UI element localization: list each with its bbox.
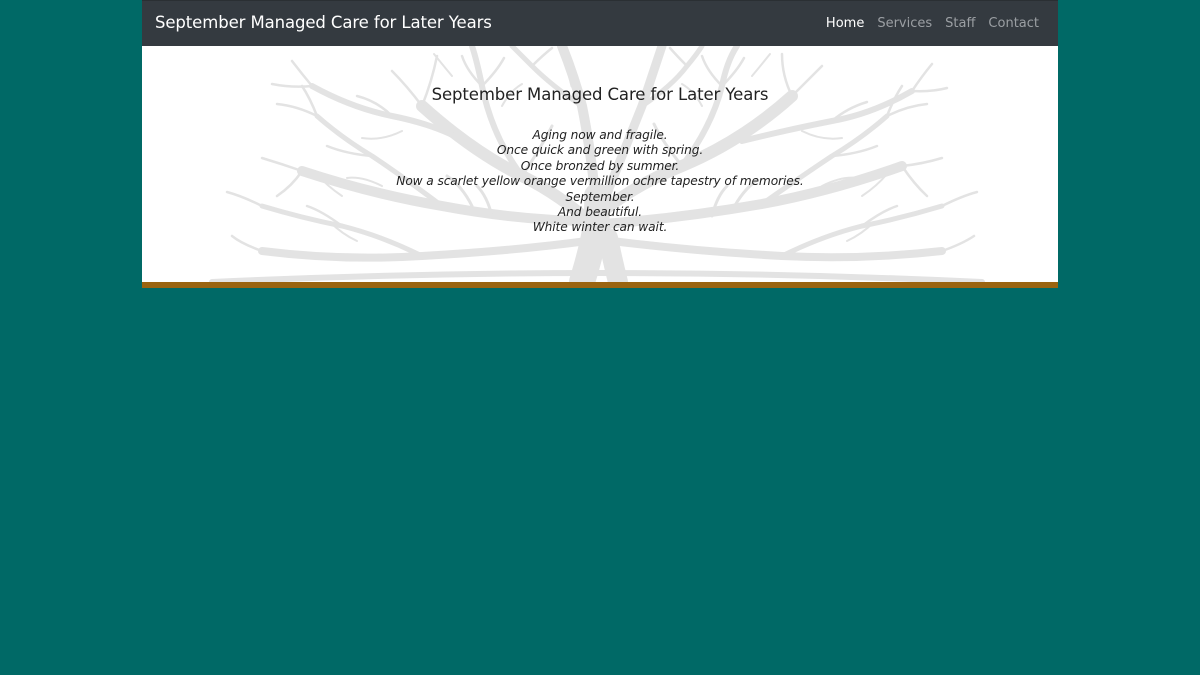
hero-content: September Managed Care for Later Years A… [142,46,1058,236]
hero-section: September Managed Care for Later Years A… [142,46,1058,282]
poem: Aging now and fragile. Once quick and gr… [142,128,1058,236]
nav-link-home[interactable]: Home [826,16,864,31]
nav-link-staff[interactable]: Staff [945,16,975,31]
poem-line: Once quick and green with spring. [496,143,704,158]
poem-line: And beautiful. [557,205,643,220]
nav-links: Home Services Staff Contact [826,16,1039,31]
nav-link-contact[interactable]: Contact [988,16,1039,31]
poem-line: September. [565,189,635,204]
poem-line: White winter can wait. [532,220,668,235]
poem-line: Once bronzed by summer. [520,158,680,173]
brand-link[interactable]: September Managed Care for Later Years [155,13,492,32]
page-container: September Managed Care for Later Years H… [142,0,1058,288]
poem-line: Now a scarlet yellow orange vermillion o… [396,174,804,189]
accent-bar [142,282,1058,288]
nav-link-services[interactable]: Services [877,16,932,31]
navbar: September Managed Care for Later Years H… [142,0,1058,46]
poem-line: Aging now and fragile. [532,128,668,142]
hero-title: September Managed Care for Later Years [431,85,769,104]
